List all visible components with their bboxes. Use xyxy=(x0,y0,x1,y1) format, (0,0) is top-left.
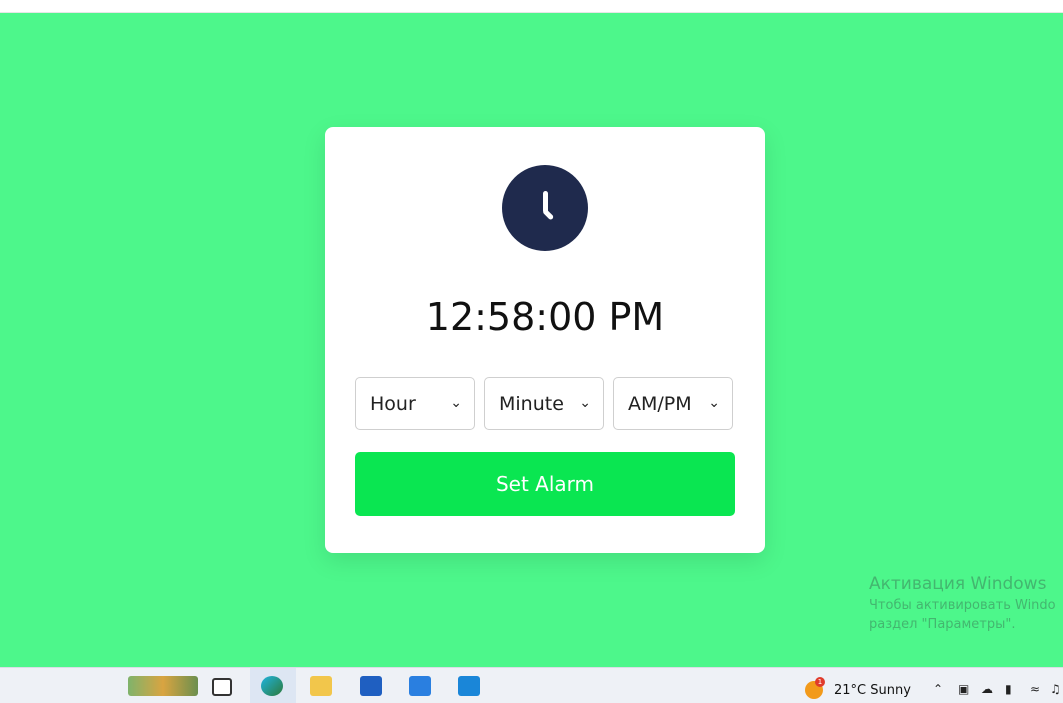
speaker-icon[interactable]: ♫ xyxy=(1050,682,1061,696)
minute-select-value: Minute xyxy=(499,393,564,415)
hour-select-value: Hour xyxy=(370,393,416,415)
weather-condition: Sunny xyxy=(870,683,911,698)
meet-icon[interactable]: ▣ xyxy=(958,682,969,696)
hour-select[interactable]: Hour ⌄ xyxy=(355,377,475,430)
task-view-icon[interactable] xyxy=(212,678,232,696)
store-icon[interactable] xyxy=(360,676,382,696)
chevron-down-icon: ⌄ xyxy=(579,395,591,411)
ampm-select[interactable]: AM/PM ⌄ xyxy=(613,377,733,430)
set-alarm-button[interactable]: Set Alarm xyxy=(355,452,735,516)
weather-badge: 1 xyxy=(815,677,825,687)
file-explorer-icon[interactable] xyxy=(310,676,332,696)
current-time: 12:58:00 PM xyxy=(425,295,665,339)
wifi-icon[interactable]: ≈ xyxy=(1030,682,1040,696)
alarm-card: 12:58:00 PM Hour ⌄ Minute ⌄ AM/PM ⌄ Set … xyxy=(325,127,765,553)
activation-title: Активация Windows xyxy=(869,574,1047,594)
activation-line2: раздел "Параметры". xyxy=(869,617,1016,632)
battery-icon[interactable]: ▮ xyxy=(1005,682,1012,696)
activation-line1: Чтобы активировать Windo xyxy=(869,598,1056,613)
ampm-select-value: AM/PM xyxy=(628,393,692,415)
browser-toolbar-strip xyxy=(0,0,1063,13)
time-selectors: Hour ⌄ Minute ⌄ AM/PM ⌄ xyxy=(355,377,735,432)
windows-activation-watermark: Активация Windows Чтобы активировать Win… xyxy=(869,574,1063,632)
landscape-widget-icon[interactable] xyxy=(128,676,198,696)
weather-widget[interactable]: 21°C Sunny xyxy=(834,683,911,698)
minute-select[interactable]: Minute ⌄ xyxy=(484,377,604,430)
clock-minute-hand xyxy=(542,208,555,221)
mail-icon[interactable] xyxy=(409,676,431,696)
chevron-down-icon: ⌄ xyxy=(708,395,720,411)
chevron-up-icon[interactable]: ⌃ xyxy=(933,682,943,696)
vscode-icon[interactable] xyxy=(458,676,480,696)
chevron-down-icon: ⌄ xyxy=(450,395,462,411)
taskbar: 1 21°C Sunny ⌃ ▣ ☁ ▮ ≈ ♫ xyxy=(0,667,1063,703)
clock-icon xyxy=(502,165,588,251)
weather-temp: 21°C xyxy=(834,683,867,698)
edge-icon[interactable] xyxy=(261,676,283,696)
cloud-icon[interactable]: ☁ xyxy=(981,682,993,696)
